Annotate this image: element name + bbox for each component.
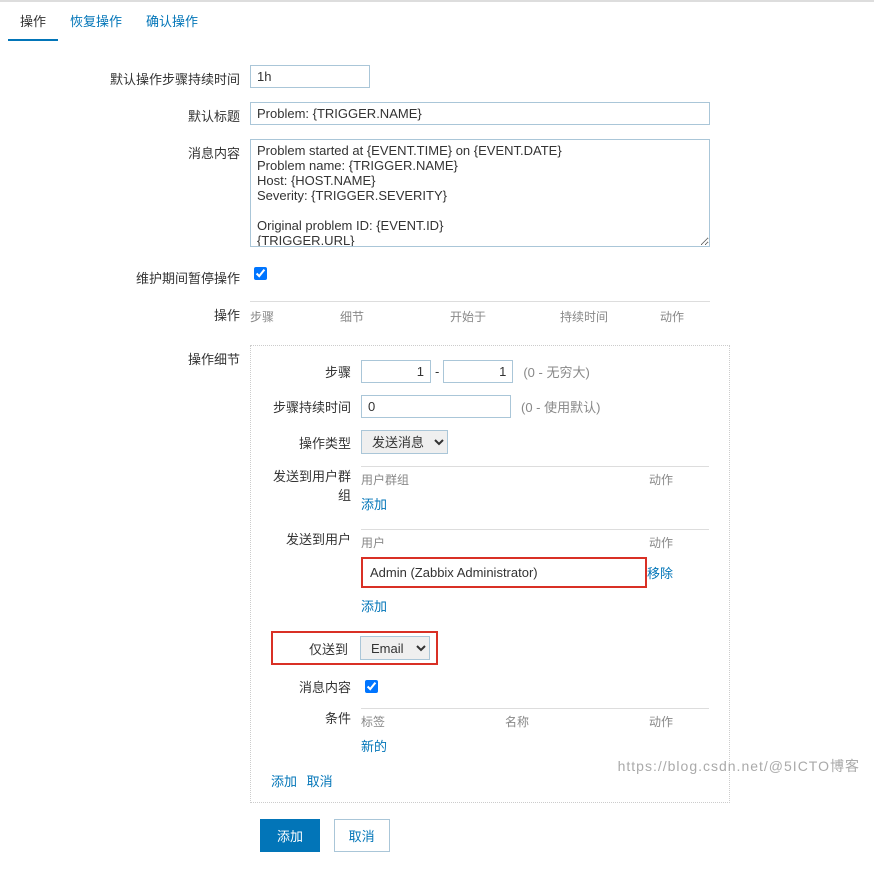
label-default-duration: 默认操作步骤持续时间 <box>20 65 250 88</box>
operations-table: 步骤 细节 开始于 持续时间 动作 <box>250 301 710 331</box>
tab-bar: 操作 恢复操作 确认操作 <box>0 2 874 41</box>
group-col-name: 用户群组 <box>361 471 649 488</box>
step-duration-hint: (0 - 使用默认) <box>521 397 600 416</box>
detail-label-msg-content: 消息内容 <box>271 677 361 696</box>
tab-recovery[interactable]: 恢复操作 <box>58 2 134 40</box>
operation-detail-box: 步骤 - (0 - 无穷大) 步骤持续时间 (0 - 使 <box>250 345 730 803</box>
cancel-button[interactable]: 取消 <box>334 819 390 852</box>
detail-add-link[interactable]: 添加 <box>271 774 297 789</box>
pause-maintenance-checkbox[interactable] <box>254 267 267 280</box>
ops-col-detail: 细节 <box>340 308 450 325</box>
tab-ack[interactable]: 确认操作 <box>134 2 210 40</box>
detail-label-only-to: 仅送到 <box>279 639 360 658</box>
default-duration-input[interactable] <box>250 65 370 88</box>
label-default-subject: 默认标题 <box>20 102 250 125</box>
label-operation-detail: 操作细节 <box>20 345 250 368</box>
detail-label-send-group: 发送到用户群组 <box>271 466 361 504</box>
group-add-link[interactable]: 添加 <box>361 494 387 513</box>
msg-content-checkbox[interactable] <box>365 680 378 693</box>
user-add-link[interactable]: 添加 <box>361 596 387 615</box>
cond-col-action: 动作 <box>649 713 709 730</box>
user-col-name: 用户 <box>361 534 649 551</box>
label-pause-maintenance: 维护期间暂停操作 <box>20 264 250 287</box>
ops-col-duration: 持续时间 <box>560 308 660 325</box>
label-operations: 操作 <box>20 301 250 324</box>
op-type-select[interactable]: 发送消息 <box>361 430 448 454</box>
ops-col-action: 动作 <box>660 308 710 325</box>
only-to-select[interactable]: Email <box>360 636 430 660</box>
ops-col-step: 步骤 <box>250 308 340 325</box>
step-from-input[interactable] <box>361 360 431 383</box>
cond-new-link[interactable]: 新的 <box>361 736 387 755</box>
message-content-textarea[interactable]: Problem started at {EVENT.TIME} on {EVEN… <box>250 139 710 247</box>
detail-label-send-user: 发送到用户 <box>271 529 361 548</box>
detail-label-op-type: 操作类型 <box>271 433 361 452</box>
step-duration-input[interactable] <box>361 395 511 418</box>
add-button[interactable]: 添加 <box>260 819 320 852</box>
detail-label-step: 步骤 <box>271 362 361 381</box>
tab-operation[interactable]: 操作 <box>8 2 58 41</box>
user-row-name: Admin (Zabbix Administrator) <box>364 560 644 585</box>
group-col-action: 动作 <box>649 471 709 488</box>
detail-label-condition: 条件 <box>271 708 361 727</box>
detail-cancel-link[interactable]: 取消 <box>307 774 333 789</box>
cond-col-tag: 标签 <box>361 713 505 730</box>
user-col-action: 动作 <box>649 534 709 551</box>
step-hint: (0 - 无穷大) <box>523 362 589 381</box>
step-to-input[interactable] <box>443 360 513 383</box>
cond-col-name: 名称 <box>505 713 649 730</box>
ops-col-start: 开始于 <box>450 308 560 325</box>
default-subject-input[interactable] <box>250 102 710 125</box>
label-message-content: 消息内容 <box>20 139 250 162</box>
detail-label-step-duration: 步骤持续时间 <box>271 397 361 416</box>
user-remove-link[interactable]: 移除 <box>647 566 673 581</box>
